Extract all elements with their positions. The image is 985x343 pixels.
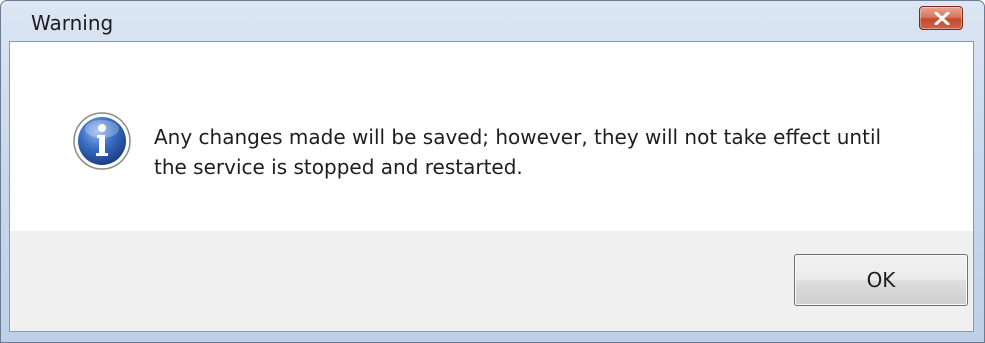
dialog-body: Any changes made will be saved; however,… bbox=[9, 41, 974, 332]
message-line-2: the service is stopped and restarted. bbox=[154, 155, 523, 179]
close-button[interactable] bbox=[919, 6, 963, 30]
title-bar[interactable]: Warning bbox=[1, 1, 984, 41]
window-title: Warning bbox=[31, 11, 114, 35]
message-line-1: Any changes made will be saved; however,… bbox=[154, 125, 882, 149]
info-icon bbox=[73, 112, 131, 170]
ok-button[interactable]: OK bbox=[794, 254, 968, 306]
message-area: Any changes made will be saved; however,… bbox=[10, 42, 973, 231]
message-text: Any changes made will be saved; however,… bbox=[154, 122, 934, 182]
warning-dialog: Warning Any changes made will be saved; … bbox=[0, 0, 985, 343]
close-icon bbox=[934, 12, 950, 25]
